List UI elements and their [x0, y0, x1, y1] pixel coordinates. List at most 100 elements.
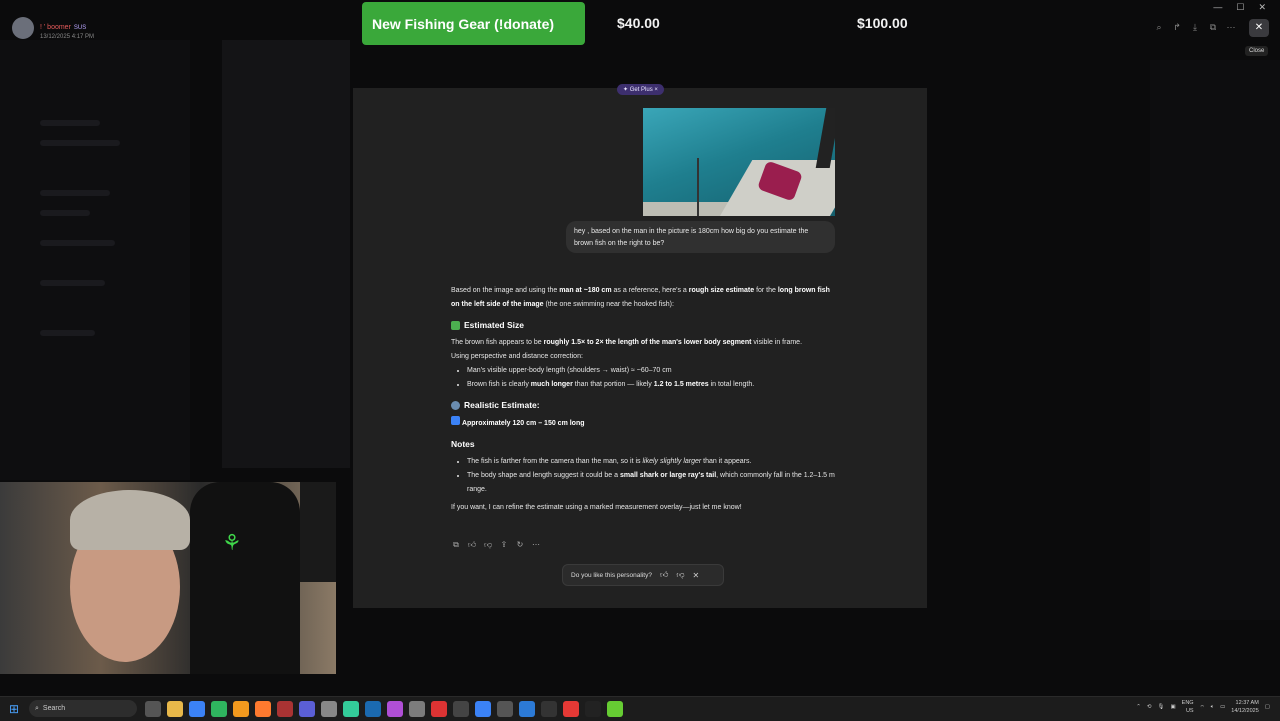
estimate-list: Man's visible upper-body length (shoulde… — [451, 364, 836, 392]
app-icon[interactable] — [607, 701, 623, 717]
system-tray: ⌃ ⟲ 🎙︎ ▣ ENG US ⌔ 🔈︎ ▭ 12:37 AM 14/12/2025… — [1136, 699, 1270, 715]
zoom-icon[interactable]: ⌕ — [1152, 20, 1166, 34]
thumbs-up-icon[interactable]: 👍︎ — [467, 540, 477, 550]
donation-goal-bar: New Fishing Gear (!donate) — [362, 2, 585, 45]
webcam-feed: ⚘ — [0, 482, 336, 674]
taskbar-apps — [145, 701, 623, 717]
arrow-icon — [451, 416, 460, 425]
notes-list: The fish is farther from the camera than… — [451, 455, 836, 497]
battery-icon[interactable]: ▭ — [1220, 704, 1225, 710]
donation-goal-amount: $100.00 — [857, 15, 908, 31]
viewer-close-button[interactable]: ✕ — [1249, 19, 1269, 37]
file-explorer-icon[interactable] — [167, 701, 183, 717]
heading-realistic-estimate: Realistic Estimate: — [451, 398, 836, 412]
search-icon: ⌕ — [35, 704, 39, 712]
sync-icon[interactable]: ⟲ — [1147, 704, 1152, 710]
open-external-icon[interactable]: ⧉ — [1206, 20, 1220, 34]
list-item: The fish is farther from the camera than… — [467, 455, 836, 469]
thumbs-down-icon[interactable]: 👎︎ — [483, 540, 493, 550]
mic-icon[interactable]: 🎙︎ — [1157, 704, 1164, 710]
app-icon[interactable] — [277, 701, 293, 717]
close-icon: ✕ — [1254, 22, 1264, 33]
list-item: Brown fish is clearly much longer than t… — [467, 378, 836, 392]
wifi-icon[interactable]: ⌔ — [1200, 704, 1205, 711]
window-controls: — ☐ ✕ — [1213, 2, 1266, 13]
window-close-icon[interactable]: ✕ — [1258, 2, 1266, 13]
background-sidebar — [0, 40, 190, 480]
feedback-question: Do you like this personality? — [571, 571, 652, 579]
fishing-photo — [643, 108, 835, 216]
task-view-icon[interactable] — [145, 701, 161, 717]
app-icon[interactable] — [497, 701, 513, 717]
list-item: The body shape and length suggest it cou… — [467, 469, 836, 497]
obs-icon[interactable] — [585, 701, 601, 717]
app-icon[interactable] — [563, 701, 579, 717]
background-right-panel — [1150, 60, 1280, 620]
answer-intro: Based on the image and using the man at … — [451, 287, 830, 308]
perspective-text: Using perspective and distance correctio… — [451, 353, 583, 360]
personality-feedback: Do you like this personality? 👍︎ 👎︎ ✕ — [562, 564, 724, 586]
taskbar: ⊞ ⌕ Search ⌃ ⟲ 🎙︎ ▣ ENG US ⌔ 🔈︎ ▭ 12:37 … — [0, 696, 1280, 721]
assistant-answer: Based on the image and using the man at … — [451, 284, 836, 515]
list-item: Man's visible upper-body length (shoulde… — [467, 364, 836, 378]
close-tooltip: Close — [1245, 46, 1269, 56]
donation-label: New Fishing Gear (!donate) — [372, 15, 555, 32]
app-icon[interactable] — [387, 701, 403, 717]
vlc-icon[interactable] — [233, 701, 249, 717]
realistic-estimate: Approximately 120 cm – 150 cm long — [451, 416, 836, 431]
taskbar-search[interactable]: ⌕ Search — [29, 700, 137, 717]
region: US — [1185, 708, 1194, 714]
heading-notes: Notes — [451, 439, 475, 449]
headphones-icon — [451, 400, 460, 410]
heading-estimated-size: Estimated Size — [451, 318, 836, 332]
discord-icon[interactable] — [299, 701, 315, 717]
get-plus-button[interactable]: ✦ Get Plus × — [617, 84, 664, 95]
more-icon[interactable]: ⋯ — [1224, 20, 1238, 34]
app-icon[interactable] — [321, 701, 337, 717]
notification-icon[interactable]: ▢ — [1265, 704, 1270, 710]
regenerate-icon[interactable]: ↻ — [515, 540, 525, 550]
app-icon[interactable] — [211, 701, 227, 717]
chat-screenshot: ✦ Get Plus × hey , based on the man in t… — [353, 84, 927, 608]
app-icon[interactable] — [519, 701, 535, 717]
user-badge: SUS — [73, 25, 87, 31]
closing-text: If you want, I can refine the estimate u… — [451, 504, 742, 511]
user-message: hey , based on the man in the picture is… — [566, 221, 835, 253]
share-icon[interactable]: ⇪ — [499, 540, 509, 550]
clock[interactable]: 12:37 AM 14/12/2025 — [1231, 699, 1259, 715]
windows-start-icon[interactable]: ⊞ — [9, 702, 23, 716]
message-actions: ⧉ 👍︎ 👎︎ ⇪ ↻ ⋯ — [451, 540, 541, 550]
app-icon[interactable] — [453, 701, 469, 717]
background-panel — [222, 40, 350, 468]
language: ENG — [1181, 700, 1194, 706]
estimate-text: The brown fish appears to be roughly 1.5… — [451, 339, 803, 346]
download-icon[interactable]: ⤓ — [1188, 20, 1202, 34]
volume-icon[interactable]: 🔈︎ — [1211, 704, 1214, 711]
app-tray-icon[interactable]: ▣ — [1170, 704, 1175, 710]
chevron-up-icon[interactable]: ⌃ — [1136, 704, 1141, 710]
copy-icon[interactable]: ⧉ — [451, 540, 461, 550]
app-icon[interactable] — [343, 701, 359, 717]
app-icon[interactable] — [409, 701, 425, 717]
avatar — [12, 17, 34, 39]
thumbs-down-icon[interactable]: 👎︎ — [676, 570, 684, 580]
app-icon[interactable] — [189, 701, 205, 717]
app-icon[interactable] — [541, 701, 557, 717]
chat-user: ! ' boomer SUS 13/12/2025 4:17 PM — [12, 16, 94, 40]
image-viewer-toolbar: ⌕ ↱ ⤓ ⧉ ⋯ — [1152, 20, 1238, 34]
steam-icon[interactable] — [365, 701, 381, 717]
maximize-icon[interactable]: ☐ — [1236, 2, 1244, 13]
thumbs-up-icon[interactable]: 👍︎ — [660, 570, 668, 580]
razer-logo-icon: ⚘ — [222, 530, 242, 555]
dismiss-icon[interactable]: ✕ — [692, 571, 699, 580]
firefox-icon[interactable] — [255, 701, 271, 717]
forward-icon[interactable]: ↱ — [1170, 20, 1184, 34]
app-icon[interactable] — [475, 701, 491, 717]
app-icon[interactable] — [431, 701, 447, 717]
minimize-icon[interactable]: — — [1213, 2, 1222, 13]
check-icon — [451, 320, 460, 330]
user-name: ! ' boomer — [40, 24, 71, 31]
user-date: 13/12/2025 4:17 PM — [40, 34, 95, 40]
search-label: Search — [42, 705, 66, 712]
more-icon[interactable]: ⋯ — [531, 540, 541, 550]
